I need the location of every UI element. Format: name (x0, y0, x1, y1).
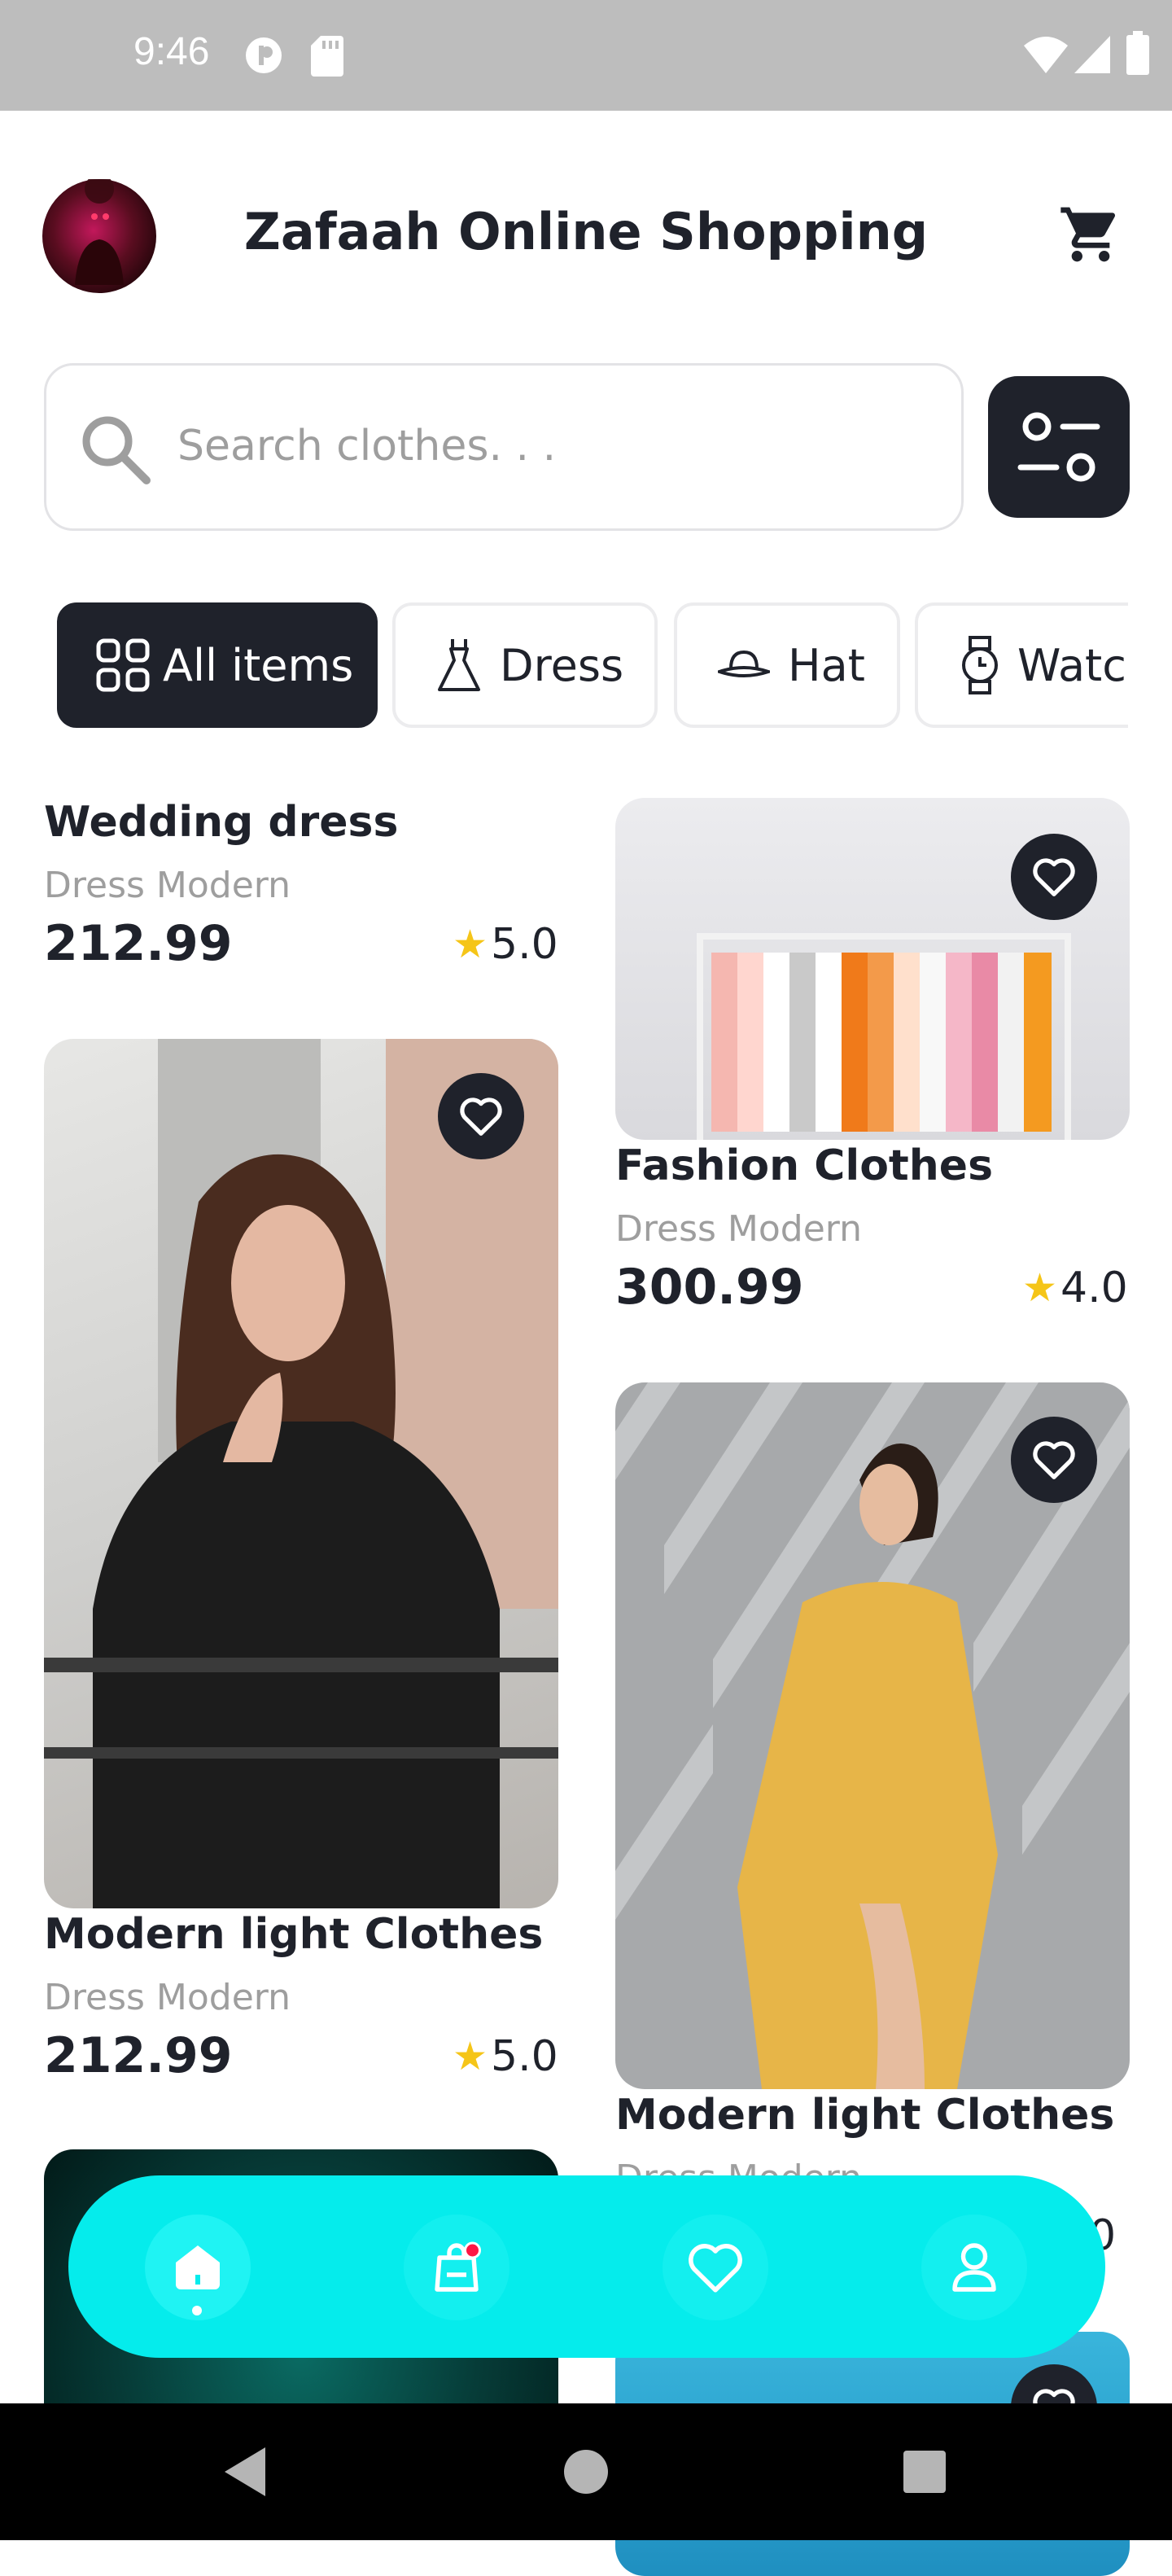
category-label: Dress (500, 639, 624, 691)
star-icon: ★ (453, 2034, 488, 2079)
nav-favorites[interactable] (663, 2215, 768, 2320)
watch-icon (962, 636, 998, 694)
product-name[interactable]: Modern light Clothes (615, 2091, 1114, 2140)
product-name[interactable]: Wedding dress (44, 798, 398, 847)
favorite-button[interactable] (438, 1073, 524, 1159)
shopping-bag-icon (435, 2241, 481, 2292)
product-price: 212.99 (44, 915, 233, 972)
product-name[interactable]: Fashion Clothes (615, 1141, 993, 1190)
heart-icon (460, 1097, 502, 1136)
woman-black-outfit-illustration (44, 1039, 558, 1908)
hat-icon (718, 650, 770, 677)
product-rating: ★ 5.0 (453, 920, 558, 969)
active-indicator (192, 2306, 202, 2315)
grid-icon (96, 638, 150, 692)
heart-icon (1033, 858, 1075, 896)
category-watch[interactable]: Watch (915, 602, 1128, 728)
heart-icon (1033, 1441, 1075, 1479)
favorite-button[interactable] (1011, 1417, 1097, 1503)
category-label: All items (163, 639, 354, 691)
system-navigation-bar (0, 2403, 1172, 2540)
product-rating: ★ 4.0 (1022, 1264, 1128, 1312)
heart-icon (689, 2244, 742, 2293)
star-icon: ★ (453, 922, 488, 967)
back-icon[interactable] (220, 2444, 272, 2499)
home-icon (176, 2245, 220, 2289)
product-image[interactable] (44, 1039, 558, 1908)
recents-icon[interactable] (902, 2449, 947, 2495)
category-label: Hat (788, 639, 865, 691)
category-dress[interactable]: Dress (392, 602, 658, 728)
product-subtitle: Dress Modern (44, 1977, 291, 2018)
profile-icon (952, 2243, 996, 2292)
dress-icon (438, 639, 480, 691)
battery-icon (1126, 31, 1149, 75)
category-hat[interactable]: Hat (674, 602, 900, 728)
favorite-button[interactable] (1011, 834, 1097, 920)
nav-home[interactable] (145, 2215, 251, 2320)
product-rating: ★ 5.0 (453, 2032, 558, 2081)
star-icon: ★ (1022, 1265, 1058, 1311)
home-system-icon[interactable] (562, 2447, 610, 2496)
product-price: 300.99 (615, 1259, 804, 1316)
nav-cart[interactable] (404, 2215, 509, 2320)
product-name[interactable]: Modern light Clothes (44, 1910, 543, 1959)
category-label: Watch (1017, 639, 1128, 691)
nav-profile[interactable] (921, 2215, 1027, 2320)
category-all-items[interactable]: All items (57, 602, 378, 728)
product-price: 212.99 (44, 2027, 233, 2084)
product-subtitle: Dress Modern (44, 865, 291, 906)
product-subtitle: Dress Modern (615, 1208, 862, 1250)
